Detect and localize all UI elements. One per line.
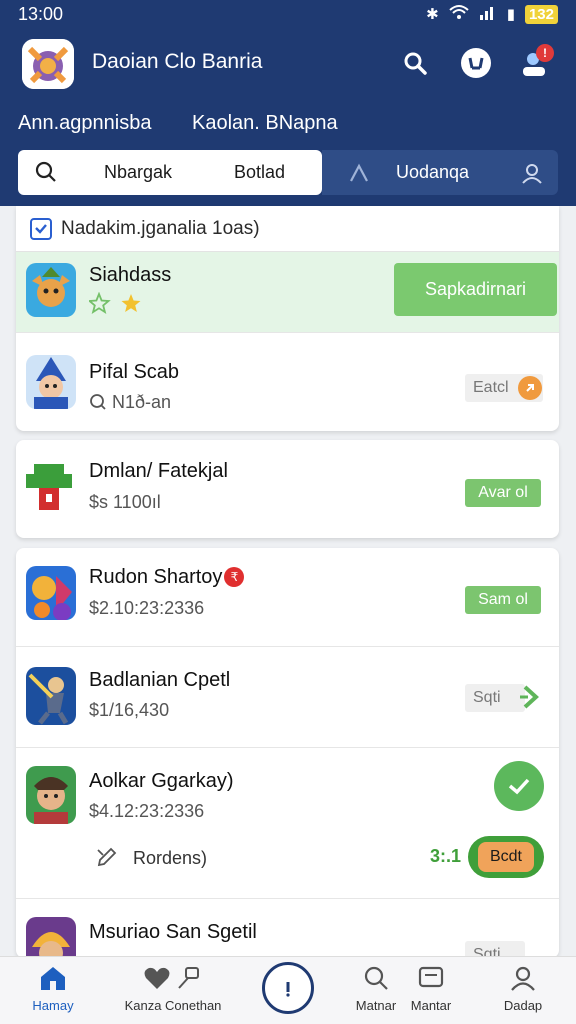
- header-notification-button[interactable]: !: [516, 44, 554, 82]
- item-subtitle-row: N1ð-an: [89, 392, 171, 413]
- user-icon: [461, 48, 491, 78]
- user-icon: [511, 966, 535, 991]
- header-profile-button[interactable]: [457, 44, 495, 82]
- header-search-button[interactable]: [396, 44, 434, 82]
- arrow-badge-icon: [518, 376, 542, 400]
- list-item[interactable]: Badlanian Cpetl $1/16,430 Sqti: [16, 647, 559, 747]
- app-logo: [22, 39, 74, 89]
- list-item[interactable]: Dmlan/ Fatekjal $s 1100ıl Avar ol: [16, 440, 559, 538]
- filter-text: Nadakim.jganalia 1oas): [61, 218, 260, 239]
- nav-label-profile: Dadap: [503, 998, 543, 1013]
- item-subtitle: $1/16,430: [89, 700, 170, 720]
- search-small-icon: [89, 392, 112, 412]
- search-tab[interactable]: Nbargak Botlad: [18, 150, 322, 195]
- bluetooth-icon: ✱: [426, 6, 439, 23]
- list-item[interactable]: Aolkar Ggarkay) $4.12:23:2336 Rordens) 3…: [16, 748, 559, 898]
- list-item[interactable]: Rudon Shartoy ₹ $2.10:23:2336 Sam ol: [16, 548, 559, 646]
- nav-item-home[interactable]: Hamay: [28, 965, 78, 1013]
- link-icon: [175, 967, 203, 994]
- nav-label-home: Hamay: [32, 998, 74, 1013]
- header-tab-2[interactable]: Kaolan. BNapna: [192, 112, 338, 135]
- item-subtitle: $s 1100ıl: [89, 492, 161, 512]
- item-meta-row: Rordens): [96, 846, 207, 869]
- game-thumbnail: [26, 355, 76, 409]
- list-item[interactable]: Pifal Scab N1ð-an Eatcl: [16, 333, 559, 431]
- list-item[interactable]: Msuriao San Sgetil Sqti: [16, 899, 559, 958]
- nav-item-profile[interactable]: Dadap: [498, 965, 548, 1013]
- chevron-right-icon[interactable]: [519, 683, 543, 716]
- heart-icon: [143, 967, 175, 994]
- user-outline-icon: [520, 161, 544, 190]
- header-tab-1[interactable]: Ann.agpnnisba: [18, 112, 151, 135]
- item-pill-label: Bcdt: [478, 842, 534, 872]
- battery-indicator: 132: [524, 4, 558, 24]
- item-action-button[interactable]: Avar ol: [465, 479, 541, 507]
- item-action-button[interactable]: Sapkadirnari: [394, 263, 557, 316]
- nav-label-favorites: Kanza Conethan: [124, 998, 222, 1013]
- item-subtitle: $2.10:23:2336: [89, 598, 205, 618]
- check-icon[interactable]: [494, 761, 544, 811]
- list-card-2: Dmlan/ Fatekjal $s 1100ıl Avar ol: [16, 440, 559, 538]
- game-thumbnail: [26, 766, 76, 824]
- item-action-button[interactable]: Sqti: [465, 684, 525, 712]
- item-action-label: Eatcl: [473, 379, 509, 396]
- game-thumbnail: [26, 263, 76, 317]
- search-icon: [364, 966, 388, 990]
- item-pill-button[interactable]: Bcdt: [468, 836, 544, 878]
- item-title-row: Rudon Shartoy ₹: [89, 566, 245, 589]
- message-icon: [418, 966, 444, 988]
- list-card-1: Nadakim.jganalia 1oas) Siahdass Sapkadir…: [16, 206, 559, 431]
- search-tab-label-2[interactable]: Botlad: [234, 162, 285, 183]
- filter-row[interactable]: Nadakim.jganalia 1oas): [16, 206, 559, 252]
- notification-badge: !: [536, 44, 554, 62]
- item-title: Siahdass: [89, 264, 172, 286]
- search-tab-label: Nbargak: [104, 162, 173, 182]
- star-filled-icon: [121, 294, 141, 312]
- item-title: Rudon Shartoy: [89, 566, 223, 588]
- game-thumbnail: [26, 566, 76, 620]
- rating-stars: [87, 291, 149, 321]
- nav-label-search: Matnar: [355, 998, 397, 1013]
- center-action-button[interactable]: [262, 962, 314, 1014]
- list-item[interactable]: Siahdass Sapkadirnari: [16, 252, 559, 332]
- item-subtitle: N1ð-an: [112, 392, 172, 412]
- filter-icon: [30, 218, 52, 240]
- item-title: Dmlan/ Fatekjal: [89, 460, 228, 482]
- search-icon: [404, 52, 427, 75]
- search-icon: [34, 160, 58, 189]
- tab-secondary-label: Uodanqa: [396, 162, 470, 182]
- item-meta-label: Rordens): [133, 848, 208, 868]
- triangle-icon: [348, 163, 370, 188]
- sim-icon: ▮: [506, 6, 515, 23]
- tab-secondary[interactable]: Uodanqa: [322, 150, 558, 195]
- nav-item-favorites[interactable]: Kanza Conethan: [118, 965, 228, 1013]
- info-icon: [286, 982, 290, 997]
- game-thumbnail: [24, 460, 74, 514]
- status-time: 13:00: [18, 4, 64, 24]
- nav-item-search[interactable]: Matnar: [352, 965, 400, 1013]
- game-thumbnail: [26, 917, 76, 958]
- signal-icon: [479, 4, 497, 24]
- item-badge: ₹: [224, 567, 245, 587]
- item-subtitle: $4.12:23:2336: [89, 801, 205, 821]
- item-title: Msuriao San Sgetil: [89, 921, 257, 943]
- star-outline-icon: [87, 291, 111, 314]
- status-bar: 13:00 ✱ ▮ 132: [0, 0, 576, 28]
- wifi-icon: [449, 4, 469, 24]
- item-title: Pifal Scab: [89, 361, 180, 383]
- game-thumbnail: [26, 667, 76, 725]
- edit-icon: [96, 847, 123, 868]
- app-header: 13:00 ✱ ▮ 132 Daoian Clo Banria ! Ann.ag…: [0, 0, 576, 206]
- nav-label-messages: Mantar: [410, 998, 452, 1013]
- list-card-3: Rudon Shartoy ₹ $2.10:23:2336 Sam ol Badl…: [16, 548, 559, 958]
- item-title: Badlanian Cpetl: [89, 669, 231, 691]
- item-action-button[interactable]: Sam ol: [465, 586, 541, 614]
- item-count: 3:.1: [430, 846, 462, 866]
- status-icons: ✱ ▮ 132: [426, 4, 558, 24]
- home-icon: [41, 967, 65, 990]
- bottom-navigation: Hamay Kanza Conethan Matnar Mantar Dadap: [0, 956, 576, 1024]
- app-title: Daoian Clo Banria: [92, 50, 263, 73]
- item-title: Aolkar Ggarkay): [89, 770, 234, 792]
- nav-item-messages[interactable]: Mantar: [406, 965, 456, 1013]
